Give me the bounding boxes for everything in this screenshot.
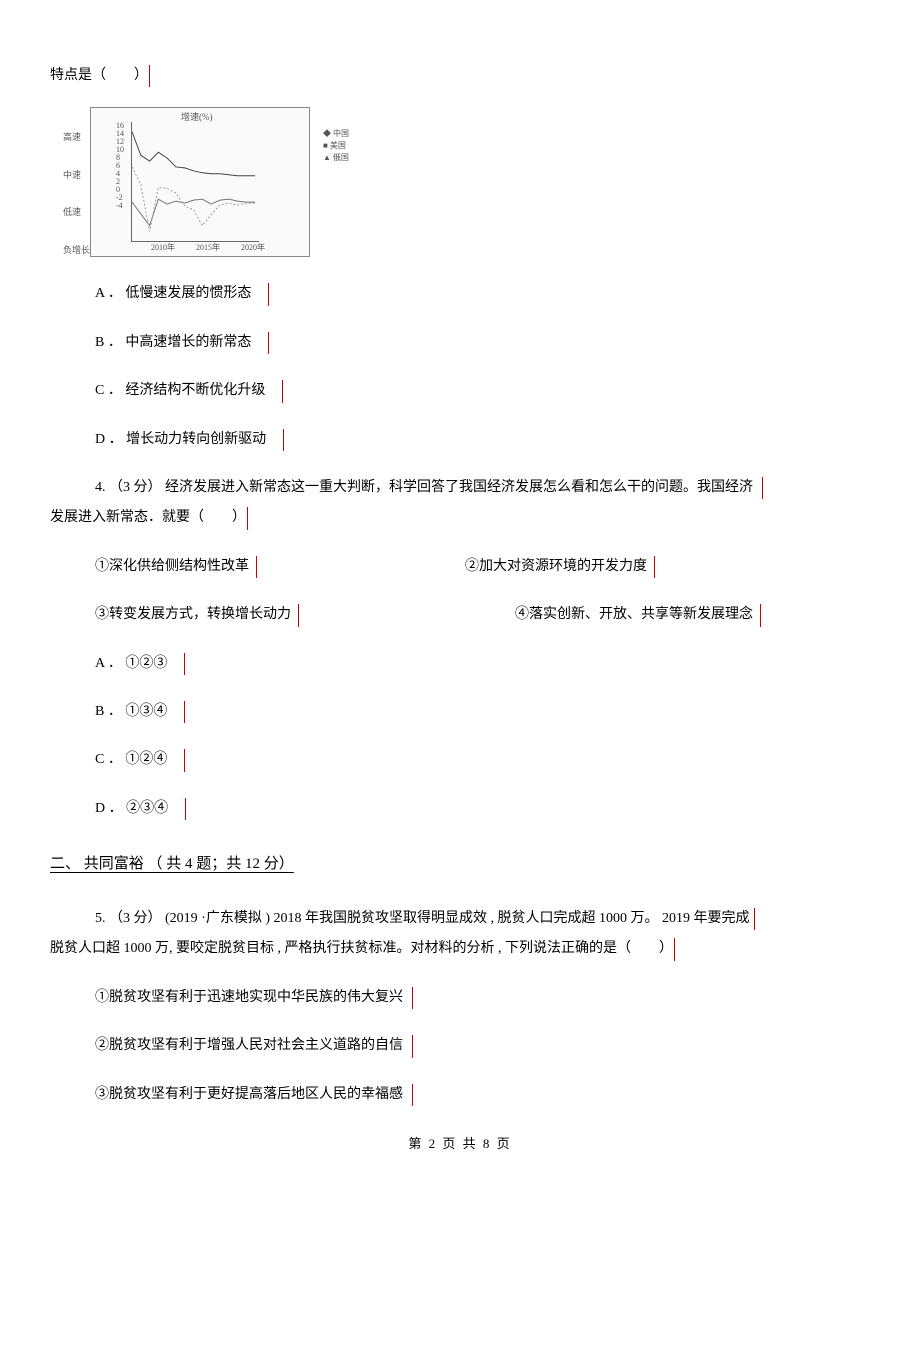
chart-legend: ◆ 中国 ■ 美国 ▲ 俄国 (323, 128, 349, 164)
line-china (132, 132, 255, 176)
q4-option-a[interactable]: A ． ①②③ (50, 653, 870, 675)
edit-mark (412, 1035, 413, 1057)
section-2-header: 二、 共同富裕 （ 共 4 题；共 12 分） (50, 852, 870, 878)
q4-s3: ③转变发展方式，转换增长动力 (95, 607, 291, 622)
q4-option-c[interactable]: C ． ①②④ (50, 749, 870, 771)
line-usa (132, 200, 255, 226)
y-cat-mid: 中速 (63, 168, 90, 182)
y-cat-neg: 负增长 (63, 243, 90, 257)
q5-s1: ①脱贫攻坚有利于迅速地实现中华民族的伟大复兴 (50, 987, 870, 1009)
chart-plot-area (131, 122, 259, 242)
q3-option-d[interactable]: D ． 增长动力转向创新驱动 (50, 429, 870, 451)
page-footer: 第 2 页 共 8 页 (50, 1134, 870, 1155)
statement-text: ①脱贫攻坚有利于迅速地实现中华民族的伟大复兴 (95, 990, 403, 1005)
edit-mark (283, 429, 284, 451)
q4-statements-row2: ③转变发展方式，转换增长动力 ④落实创新、开放、共享等新发展理念 (50, 604, 870, 626)
q3-continuation-text: 特点是（ ） (50, 68, 148, 83)
q4-stem-text1: 4. （3 分） 经济发展进入新常态这一重大判断，科学回答了我国经济发展怎么看和… (95, 480, 753, 495)
option-text: B ． ①③④ (95, 704, 167, 719)
option-text: D ． 增长动力转向创新驱动 (95, 432, 266, 447)
chart-y-ticks: 16 14 12 10 8 6 4 2 0 -2 -4 (116, 122, 124, 210)
chart-svg (132, 122, 259, 239)
option-text: C ． ①②④ (95, 752, 167, 767)
statement-text: ②脱贫攻坚有利于增强人民对社会主义道路的自信 (95, 1038, 403, 1053)
chart-y-category-labels: 高速 中速 低速 负增长 (63, 130, 90, 257)
q5-stem-line2: 脱贫人口超 1000 万, 要咬定脱贫目标 , 严格执行扶贫标准。对材料的分析 … (50, 938, 870, 960)
chart-figure: 增速(%) 高速 中速 低速 负增长 16 14 12 10 8 6 4 2 0… (90, 107, 310, 257)
edit-mark (185, 798, 186, 820)
q5-stem-line1: 5. （3 分） (2019 ·广东模拟 ) 2018 年我国脱贫攻坚取得明显成… (50, 908, 870, 930)
y-cat-high: 高速 (63, 130, 90, 144)
edit-mark (184, 653, 185, 675)
edit-mark (762, 477, 763, 499)
statement-text: ③脱贫攻坚有利于更好提高落后地区人民的幸福感 (95, 1087, 403, 1102)
legend-label: 俄国 (333, 153, 349, 162)
legend-label: 美国 (330, 141, 346, 150)
edit-mark (412, 987, 413, 1009)
edit-mark (282, 380, 283, 402)
edit-mark (654, 556, 655, 578)
q5-stem-text2: 脱贫人口超 1000 万, 要咬定脱贫目标 , 严格执行扶贫标准。对材料的分析 … (50, 941, 673, 956)
q4-s2: ②加大对资源环境的开发力度 (465, 559, 647, 574)
edit-mark (674, 938, 675, 960)
edit-mark (184, 749, 185, 771)
edit-mark (754, 908, 755, 930)
option-text: C ． 经济结构不断优化升级 (95, 383, 265, 398)
legend-item: ▲ 俄国 (323, 152, 349, 164)
q5-stem-text1: 5. （3 分） (2019 ·广东模拟 ) 2018 年我国脱贫攻坚取得明显成… (95, 911, 749, 926)
legend-item: ◆ 中国 (323, 128, 349, 140)
q3-option-a[interactable]: A ． 低慢速发展的惯形态 (50, 283, 870, 305)
ytick: -4 (116, 202, 124, 210)
legend-item: ■ 美国 (323, 140, 349, 152)
option-text: A ． 低慢速发展的惯形态 (95, 286, 251, 301)
q5-s2: ②脱贫攻坚有利于增强人民对社会主义道路的自信 (50, 1035, 870, 1057)
edit-mark (268, 332, 269, 354)
edit-mark (184, 701, 185, 723)
legend-label: 中国 (333, 129, 349, 138)
q4-statements-row1: ①深化供给侧结构性改革 ②加大对资源环境的开发力度 (50, 556, 870, 578)
section-2-title: 二、 共同富裕 （ 共 4 题；共 12 分） (50, 856, 294, 872)
q3-option-c[interactable]: C ． 经济结构不断优化升级 (50, 380, 870, 402)
edit-mark (298, 604, 299, 626)
q4-s1: ①深化供给侧结构性改革 (95, 559, 249, 574)
q4-stem-line2: 发展进入新常态．就要（ ） (50, 507, 870, 529)
edit-mark (268, 283, 269, 305)
q3-continuation: 特点是（ ） (50, 65, 870, 87)
q4-option-d[interactable]: D ． ②③④ (50, 798, 870, 820)
y-cat-low: 低速 (63, 205, 90, 219)
q4-option-b[interactable]: B ． ①③④ (50, 701, 870, 723)
edit-mark (412, 1084, 413, 1106)
edit-mark (760, 604, 761, 626)
xtick: 2020年 (241, 242, 265, 255)
q5-s3: ③脱贫攻坚有利于更好提高落后地区人民的幸福感 (50, 1084, 870, 1106)
q3-option-b[interactable]: B ． 中高速增长的新常态 (50, 332, 870, 354)
edit-mark (149, 65, 150, 87)
q4-stem-text2: 发展进入新常态．就要（ ） (50, 510, 246, 525)
q4-s4: ④落实创新、开放、共享等新发展理念 (515, 607, 753, 622)
xtick: 2015年 (196, 242, 220, 255)
option-text: B ． 中高速增长的新常态 (95, 335, 251, 350)
q4-stem-line1: 4. （3 分） 经济发展进入新常态这一重大判断，科学回答了我国经济发展怎么看和… (50, 477, 870, 499)
option-text: A ． ①②③ (95, 656, 167, 671)
edit-mark (256, 556, 257, 578)
xtick: 2010年 (151, 242, 175, 255)
edit-mark (247, 507, 248, 529)
option-text: D ． ②③④ (95, 801, 168, 816)
